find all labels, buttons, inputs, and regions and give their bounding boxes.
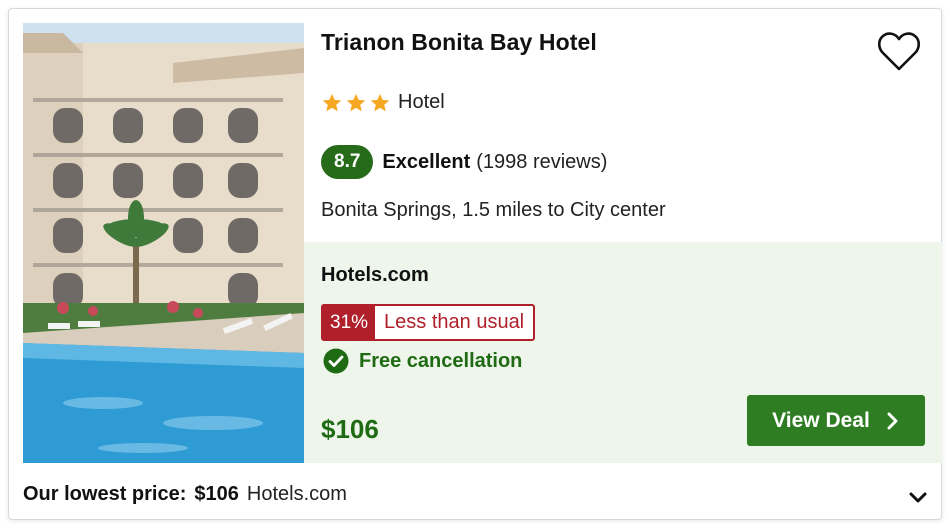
view-deal-button[interactable]: View Deal [747, 395, 925, 446]
free-cancellation: Free cancellation [323, 348, 522, 374]
star-icon [346, 93, 366, 111]
lowest-price-provider: Hotels.com [246, 483, 347, 505]
review-summary[interactable]: 8.7 Excellent (1998 reviews) [321, 145, 607, 179]
hotel-photo-image [23, 23, 304, 463]
hotel-photo[interactable] [23, 23, 304, 463]
discount-label: Less than usual [384, 311, 525, 333]
lowest-price-label: Our lowest price: [23, 483, 187, 505]
deal-panel[interactable]: Hotels.com 31% Less than usual Free canc… [304, 242, 942, 463]
favorite-heart-icon[interactable] [875, 28, 923, 76]
star-icon [370, 93, 390, 111]
deal-provider: Hotels.com [321, 264, 429, 286]
star-icon [322, 93, 342, 111]
review-score-badge: 8.7 [321, 145, 374, 179]
star-rating: Hotel [321, 91, 445, 114]
hotel-result-card[interactable]: Trianon Bonita Bay Hotel Hotel 8.7 Excel… [8, 8, 942, 520]
review-count: (1998 reviews) [476, 150, 608, 173]
price-drop-badge: 31% Less than usual [321, 304, 536, 341]
lowest-price-value: $106 [194, 483, 239, 505]
free-cancellation-label: Free cancellation [359, 349, 523, 372]
check-circle-icon [323, 348, 349, 374]
hotel-location: Bonita Springs, 1.5 miles to City center [321, 199, 666, 221]
deal-price: $106 [321, 414, 379, 444]
hotel-name[interactable]: Trianon Bonita Bay Hotel [321, 29, 597, 56]
discount-percent: 31% [323, 306, 376, 339]
rating-word: Excellent [382, 150, 471, 173]
chevron-right-icon [887, 412, 898, 429]
lowest-price-bar[interactable]: Our lowest price: $106 Hotels.com [23, 483, 347, 506]
property-type: Hotel [398, 91, 445, 113]
chevron-down-icon[interactable] [907, 487, 929, 509]
view-deal-label: View Deal [772, 408, 870, 432]
